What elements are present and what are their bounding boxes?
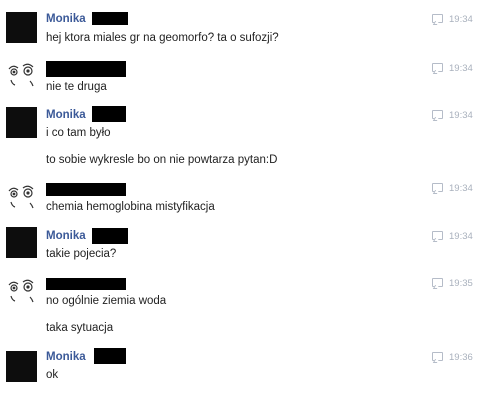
message-text: hej ktora miales gr na geomorfo? ta o su…: [46, 32, 279, 44]
message-timestamp: 19:34: [432, 231, 473, 243]
message-timestamp: 19:34: [432, 183, 473, 195]
speech-bubble-icon: [432, 110, 443, 119]
avatar[interactable]: [6, 351, 37, 382]
message-text: chemia hemoglobina mistyfikacja: [46, 201, 215, 213]
speech-bubble-icon: [432, 231, 443, 240]
message-timestamp: 19:34: [432, 110, 473, 122]
sender-name[interactable]: Monika: [46, 108, 86, 122]
message-timestamp: 19:34: [432, 63, 473, 75]
redacted-surname: [92, 12, 128, 25]
message-text: no ogólnie ziemia woda: [46, 295, 167, 307]
avatar[interactable]: [6, 12, 37, 43]
chat-conversation: Monika hej ktora miales gr na geomorfo? …: [0, 0, 480, 402]
rage-face-icon: [8, 63, 34, 87]
speech-bubble-icon: [432, 278, 443, 287]
redacted-surname: [92, 106, 126, 122]
avatar[interactable]: [6, 107, 37, 138]
message-text: nie te druga: [46, 81, 107, 93]
message-text: takie pojecia?: [46, 248, 117, 260]
message-timestamp: 19:35: [432, 278, 473, 290]
rage-face-icon: [8, 279, 34, 303]
speech-bubble-icon: [432, 183, 443, 192]
message-timestamp: 19:36: [432, 352, 473, 364]
speech-bubble-icon: [432, 63, 443, 72]
speech-bubble-icon: [432, 352, 443, 361]
redacted-name: [46, 278, 126, 290]
sender-name[interactable]: Monika: [46, 350, 86, 364]
sender-name[interactable]: Monika: [46, 229, 86, 243]
redacted-surname: [92, 228, 128, 244]
redacted-surname: [94, 348, 126, 364]
message-text: taka sytuacja: [46, 322, 114, 334]
avatar[interactable]: [6, 274, 37, 305]
rage-face-icon: [8, 185, 34, 209]
message-text: to sobie wykresle bo on nie powtarza pyt…: [46, 154, 278, 166]
message-timestamp: 19:34: [432, 14, 473, 26]
avatar[interactable]: [6, 180, 37, 211]
message-text: i co tam było: [46, 127, 111, 139]
avatar[interactable]: [6, 58, 37, 89]
speech-bubble-icon: [432, 14, 443, 23]
redacted-name: [46, 61, 126, 77]
redacted-name: [46, 183, 126, 196]
message-text: ok: [46, 369, 59, 381]
avatar[interactable]: [6, 227, 37, 258]
sender-name[interactable]: Monika: [46, 12, 86, 26]
